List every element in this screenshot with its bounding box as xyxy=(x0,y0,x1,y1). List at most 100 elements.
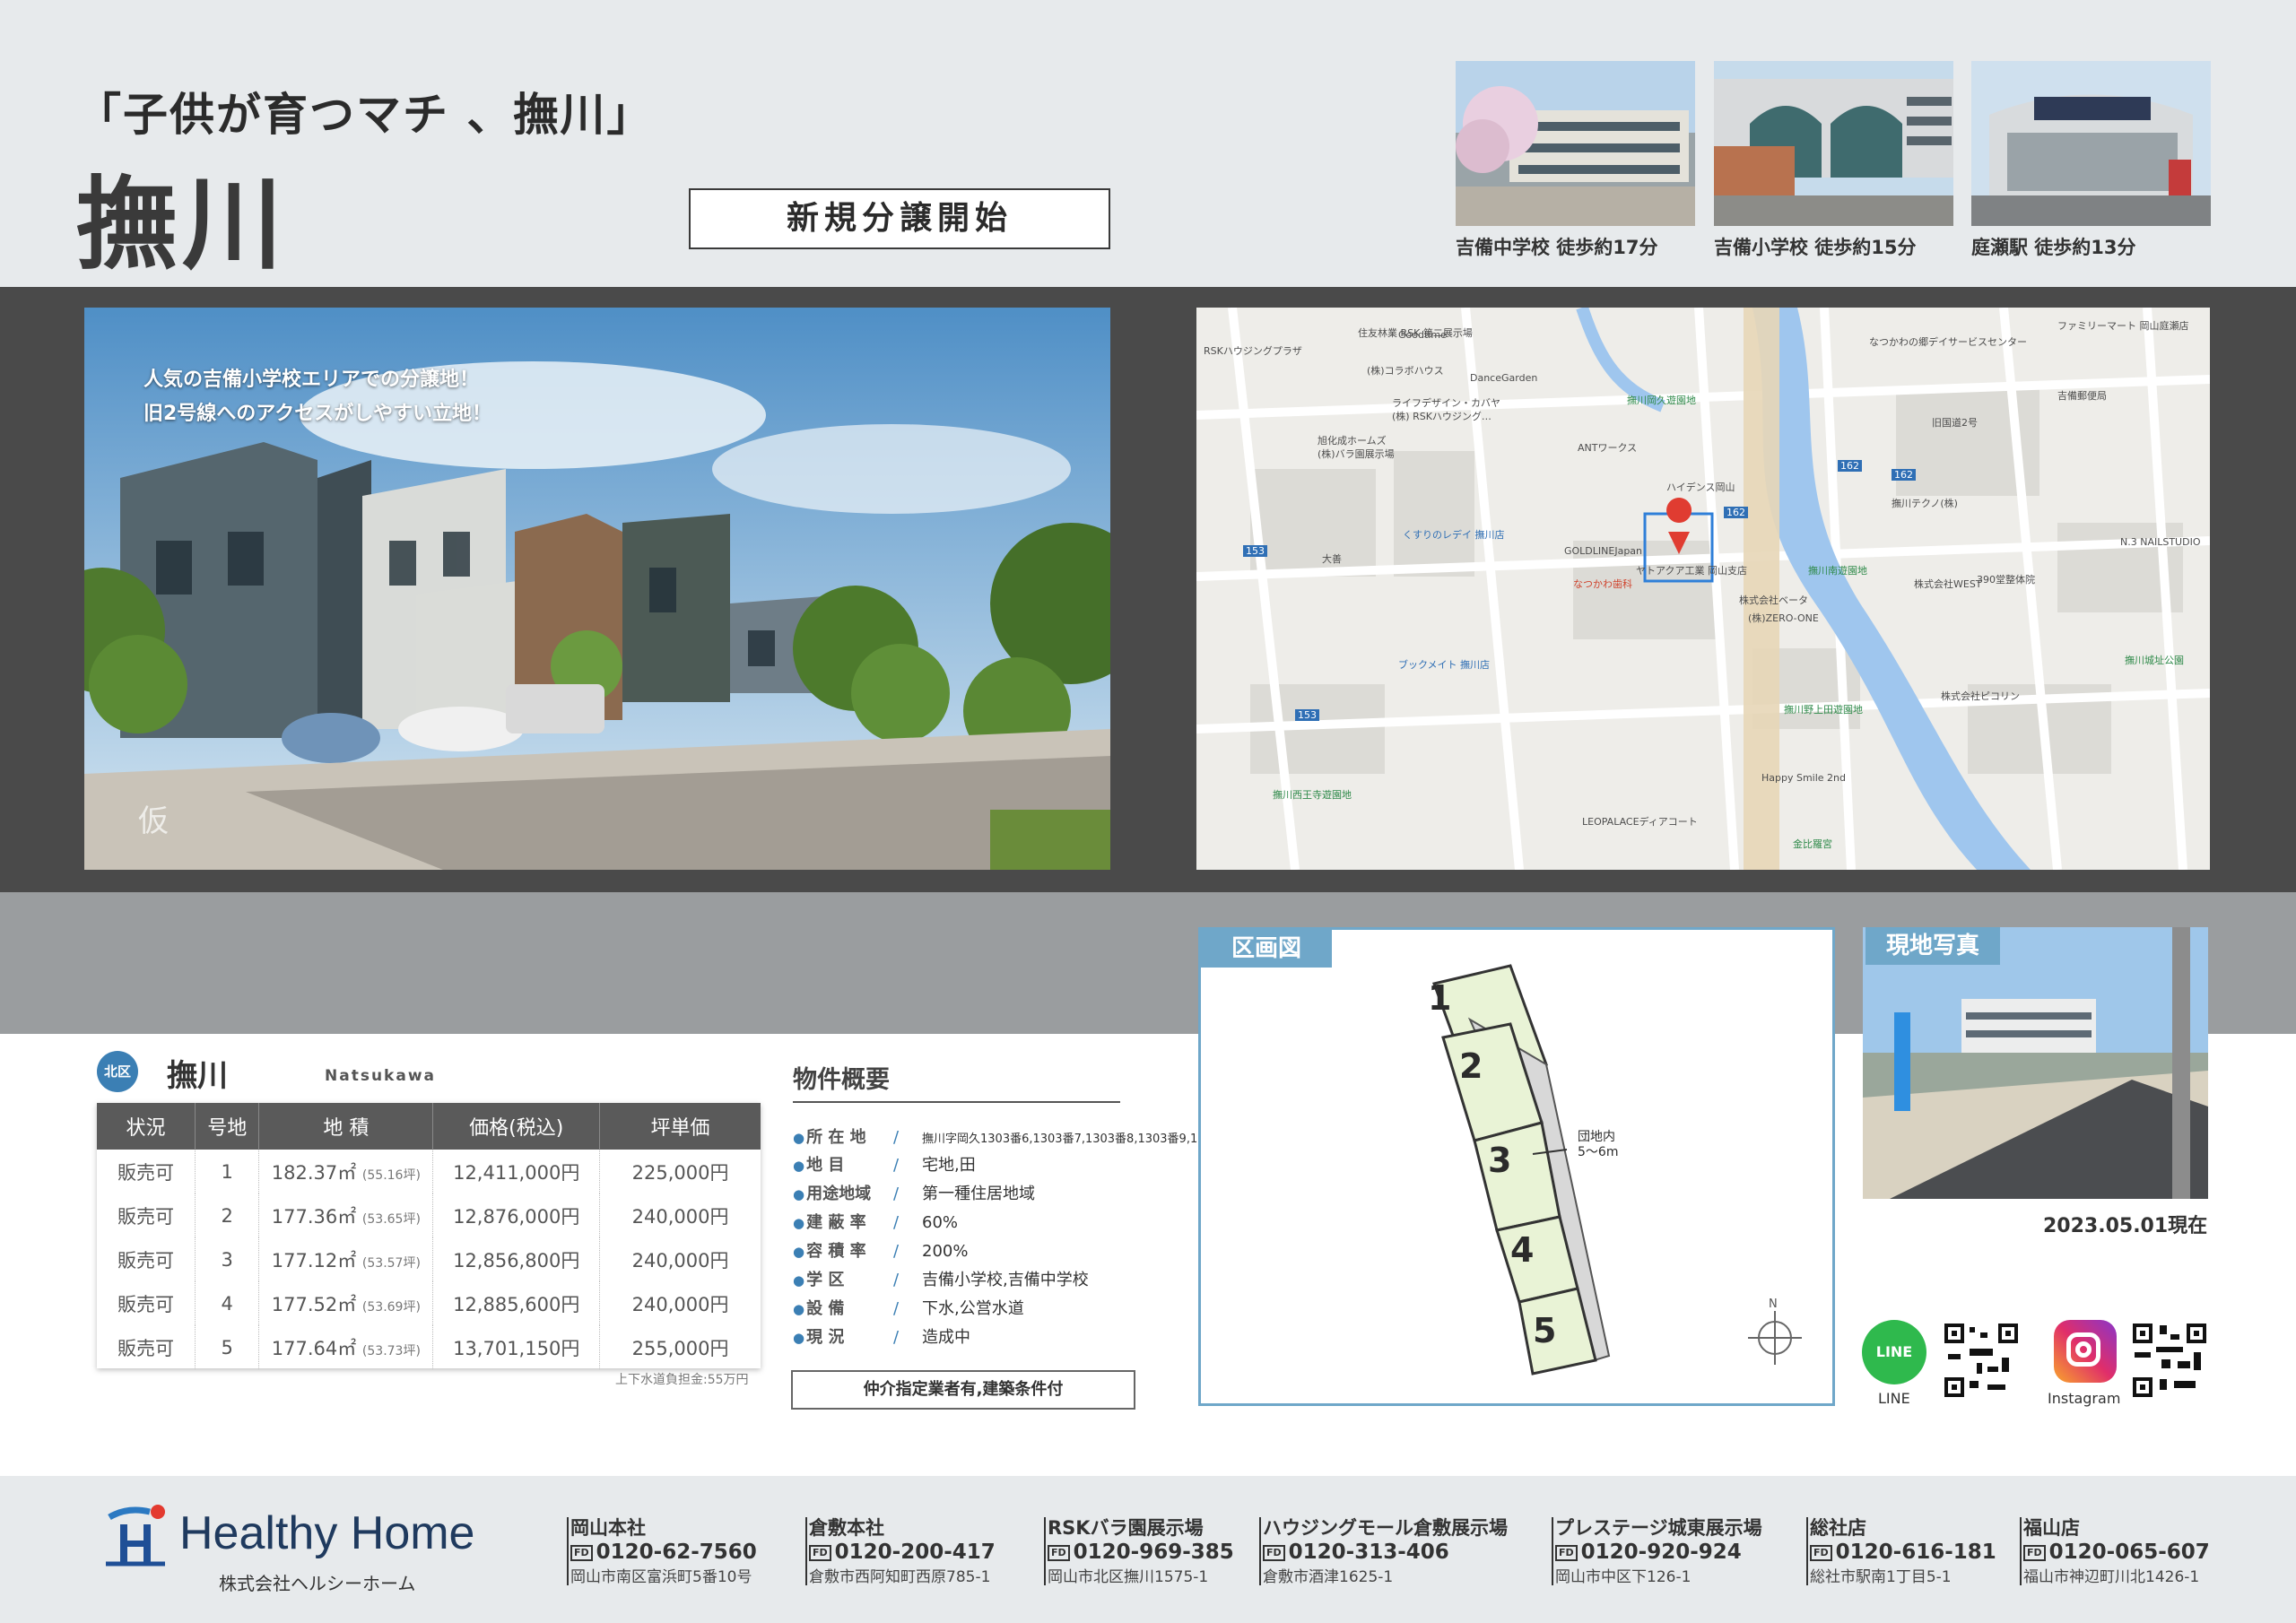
map-label[interactable]: くすりのレデイ 撫川店 xyxy=(1403,527,1505,542)
tsubo-value: (53.69坪) xyxy=(361,1299,421,1315)
map-label[interactable]: 大善 xyxy=(1322,551,1342,566)
separator: / xyxy=(893,1156,900,1175)
map-label[interactable]: なつかわ歯科 xyxy=(1573,577,1632,591)
overview-key: 学 区 xyxy=(793,1267,893,1290)
branch-address: 倉敷市酒津1625-1 xyxy=(1263,1568,1394,1586)
separator: / xyxy=(893,1213,900,1232)
line-icon[interactable]: LINE xyxy=(1862,1320,1926,1384)
map-label[interactable]: (株)コラボハウス xyxy=(1367,363,1444,378)
cell-area: 177.52㎡ (53.69坪) xyxy=(258,1281,434,1325)
area-title: 撫川 xyxy=(76,167,288,283)
column-header: 状況 xyxy=(97,1103,196,1150)
map-label[interactable]: RSKハウジングプラザ xyxy=(1204,343,1302,358)
overview-row: 現 況/ 造成中 xyxy=(793,1324,970,1348)
map-label[interactable]: 撫川城址公園 xyxy=(2125,653,2184,667)
map-label[interactable]: (株)ZERO-ONE xyxy=(1748,611,1819,625)
route-marker: 153 xyxy=(1243,545,1267,557)
route-marker: 162 xyxy=(1724,507,1748,518)
overview-row: 学 区/ 吉備小学校,吉備中学校 xyxy=(793,1267,1089,1290)
road-label-line: 5～6m xyxy=(1578,1145,1619,1159)
cell-unit-price: 240,000円 xyxy=(631,1205,729,1228)
map-label[interactable]: 株式会社ベータ xyxy=(1739,593,1808,607)
map-label[interactable]: 撫川岡久遊園地 xyxy=(1627,393,1696,407)
free-dial-icon: FD xyxy=(1810,1544,1832,1561)
map-label[interactable]: DanceGarden xyxy=(1470,372,1537,384)
branch-phone[interactable]: 0120-969-385 xyxy=(1074,1541,1234,1564)
free-dial-icon: FD xyxy=(2023,1544,2046,1561)
map-label[interactable]: 旧国道2号 xyxy=(1932,415,1978,430)
map-label[interactable]: ヤトアクア工業 岡山支店 xyxy=(1636,563,1747,577)
map-label[interactable]: (株) RSKハウジング… xyxy=(1392,409,1492,423)
overview-row: 地 目/ 宅地,田 xyxy=(793,1152,976,1176)
tsubo-value: (53.73坪) xyxy=(361,1343,421,1358)
branch-phone[interactable]: 0120-065-607 xyxy=(2049,1541,2210,1564)
map-label[interactable]: 吉備郵便局 xyxy=(2057,388,2107,403)
footer-divider xyxy=(567,1517,569,1585)
branch-phone[interactable]: 0120-920-924 xyxy=(1581,1541,1742,1564)
map-label[interactable]: 旭化成ホームズ xyxy=(1318,433,1387,447)
plot-plan: 1 2 3 4 5 団地内 5～6m N xyxy=(1198,927,1835,1406)
cell-status: 販売可 xyxy=(97,1325,196,1369)
map-label[interactable]: 撫川テクノ(株) xyxy=(1892,496,1958,510)
nearby-photo-station xyxy=(1971,61,2211,226)
branch-phone[interactable]: 0120-313-406 xyxy=(1289,1541,1449,1564)
map-label[interactable]: (株)バラ園展示場 xyxy=(1318,447,1395,461)
map-label[interactable]: ハイデンス岡山 xyxy=(1666,480,1735,494)
footer-divider xyxy=(2020,1517,2022,1585)
branch-phone[interactable]: 0120-62-7560 xyxy=(596,1541,757,1564)
map-label[interactable]: ANTワークス xyxy=(1578,440,1637,455)
instagram-qr-code[interactable] xyxy=(2131,1322,2208,1399)
table-row: 販売可 2 177.36㎡ (53.65坪) 12,876,000円 240,0… xyxy=(97,1193,761,1237)
instagram-icon[interactable] xyxy=(2054,1320,2117,1383)
branch-address: 岡山市中区下126-1 xyxy=(1555,1568,1692,1586)
tsubo-value: (53.65坪) xyxy=(361,1211,421,1227)
overview-key: 用途地域 xyxy=(793,1181,893,1204)
cell-unit-price: 225,000円 xyxy=(631,1161,729,1184)
overview-row: 設 備/ 下水,公営水道 xyxy=(793,1296,1024,1319)
map-label[interactable]: 390堂整体院 xyxy=(1977,572,2035,586)
map-label[interactable]: 撫川野上田遊園地 xyxy=(1784,702,1863,716)
cell-price: 13,701,150円 xyxy=(432,1325,601,1369)
render-caption: 人気の吉備小学校エリアでの分譲地！ 旧2号線へのアクセスがしやすい立地！ xyxy=(144,363,491,431)
lot-number: 1 xyxy=(1428,978,1452,1018)
column-header: 号地 xyxy=(195,1103,260,1150)
map-label[interactable]: LEOPALACEディアコート xyxy=(1582,814,1698,829)
overview-key: 現 況 xyxy=(793,1324,893,1348)
map-label[interactable]: なつかわの郷デイサービスセンター xyxy=(1869,334,2027,349)
map-label[interactable]: Happy Smile 2nd xyxy=(1761,772,1846,784)
branch-phone[interactable]: 0120-200-417 xyxy=(835,1541,996,1564)
overview-divider xyxy=(793,1101,1120,1103)
map-label[interactable]: 金比羅宮 xyxy=(1793,837,1832,851)
location-map[interactable]: 住友林業 RSK 第二展示場 Goodtime RSKハウジングプラザ Danc… xyxy=(1196,308,2210,870)
line-qr-code[interactable] xyxy=(1943,1322,2020,1399)
cell-unit-price: 255,000円 xyxy=(631,1337,729,1359)
cell-area: 182.37㎡ (55.16坪) xyxy=(258,1150,434,1193)
map-label[interactable]: 撫川南遊園地 xyxy=(1808,563,1867,577)
lot-romaji: Natsukawa xyxy=(325,1067,437,1085)
free-dial-icon: FD xyxy=(1048,1544,1070,1561)
overview-value: 下水,公営水道 xyxy=(922,1299,1024,1318)
site-photo xyxy=(1863,927,2208,1199)
branch-info: プレステージ城東展示場 FD 0120-920-924 岡山市中区下126-1 xyxy=(1555,1514,1762,1586)
branch-phone[interactable]: 0120-616-181 xyxy=(1836,1541,1996,1564)
map-label[interactable]: GOLDLINEJapan xyxy=(1564,545,1642,557)
area-value: 177.52㎡ xyxy=(271,1293,357,1315)
separator: / xyxy=(893,1128,900,1147)
map-label[interactable]: 株式会社ピコリン xyxy=(1941,689,2020,703)
nearby-photo-elementary xyxy=(1714,61,1953,226)
map-label[interactable]: ライフデザイン・カバヤ xyxy=(1392,395,1500,410)
map-label[interactable]: ブックメイト 撫川店 xyxy=(1398,657,1490,672)
route-marker: 162 xyxy=(1838,460,1862,472)
map-label[interactable]: Goodtime xyxy=(1398,329,1447,341)
table-row: 販売可 3 177.12㎡ (53.57坪) 12,856,800円 240,0… xyxy=(97,1237,761,1281)
cell-status: 販売可 xyxy=(97,1150,196,1193)
map-label[interactable]: 株式会社WEST xyxy=(1914,577,1982,591)
water-note: 上下水道負担金:55万円 xyxy=(615,1373,749,1387)
cell-lot-no: 2 xyxy=(195,1193,260,1237)
map-label[interactable]: N.3 NAILSTUDIO xyxy=(2120,536,2200,548)
cell-status: 販売可 xyxy=(97,1237,196,1281)
overview-key: 建 蔽 率 xyxy=(793,1210,893,1233)
caption-line: 人気の吉備小学校エリアでの分譲地！ xyxy=(144,369,480,391)
map-label[interactable]: 撫川西王寺遊園地 xyxy=(1273,787,1352,802)
map-label[interactable]: ファミリーマート 岡山庭瀬店 xyxy=(2057,318,2189,333)
